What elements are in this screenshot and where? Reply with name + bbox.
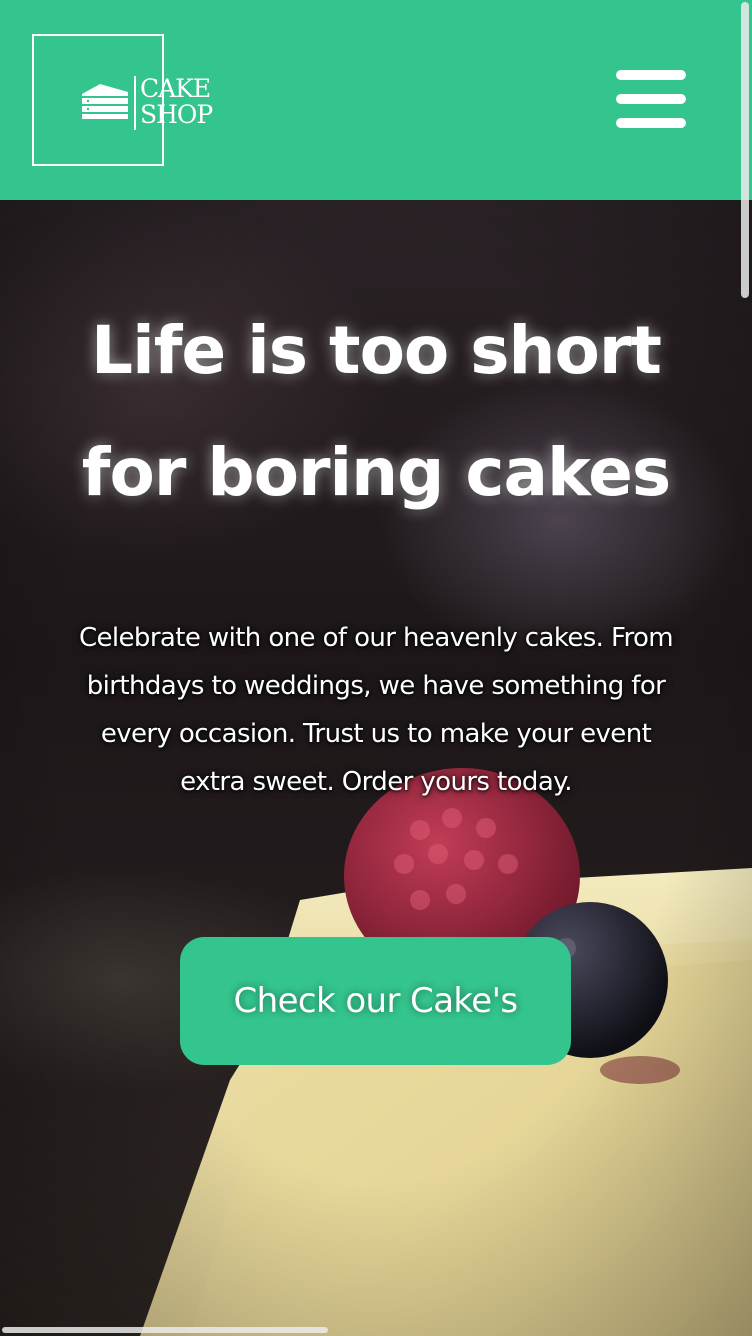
menu-bar	[616, 70, 686, 80]
cake-shop-logo[interactable]: CAKE SHOP	[32, 34, 213, 166]
logo-divider	[134, 76, 136, 130]
logo-line-shop: SHOP	[140, 100, 213, 129]
logo-line-cake: CAKE	[140, 74, 211, 103]
hamburger-menu-icon[interactable]	[614, 68, 688, 134]
check-cakes-button[interactable]: Check our Cake's	[180, 937, 571, 1065]
hero-section: Life is too short for boring cakes Celeb…	[0, 200, 752, 1336]
vertical-scroll-thumb[interactable]	[741, 2, 749, 298]
menu-bar	[616, 118, 686, 128]
vertical-scrollbar[interactable]	[738, 0, 752, 1336]
menu-bar	[616, 94, 686, 104]
hero-headline: Life is too short for boring cakes	[0, 290, 752, 534]
site-header: CAKE SHOP	[0, 0, 752, 200]
horizontal-scroll-thumb[interactable]	[2, 1327, 328, 1333]
description-line: birthdays to weddings, we have something…	[86, 671, 666, 701]
description-line: extra sweet. Order yours today.	[180, 767, 572, 797]
cake-slice-icon	[82, 84, 128, 119]
description-line: every occasion. Trust us to make your ev…	[100, 719, 652, 749]
description-line: Celebrate with one of our heavenly cakes…	[78, 623, 674, 653]
horizontal-scrollbar[interactable]	[0, 1324, 752, 1336]
headline-line: Life is too short	[91, 312, 662, 389]
headline-line: for boring cakes	[81, 434, 671, 511]
logo-text: CAKE SHOP	[140, 74, 213, 129]
hero-description: Celebrate with one of our heavenly cakes…	[30, 614, 722, 806]
